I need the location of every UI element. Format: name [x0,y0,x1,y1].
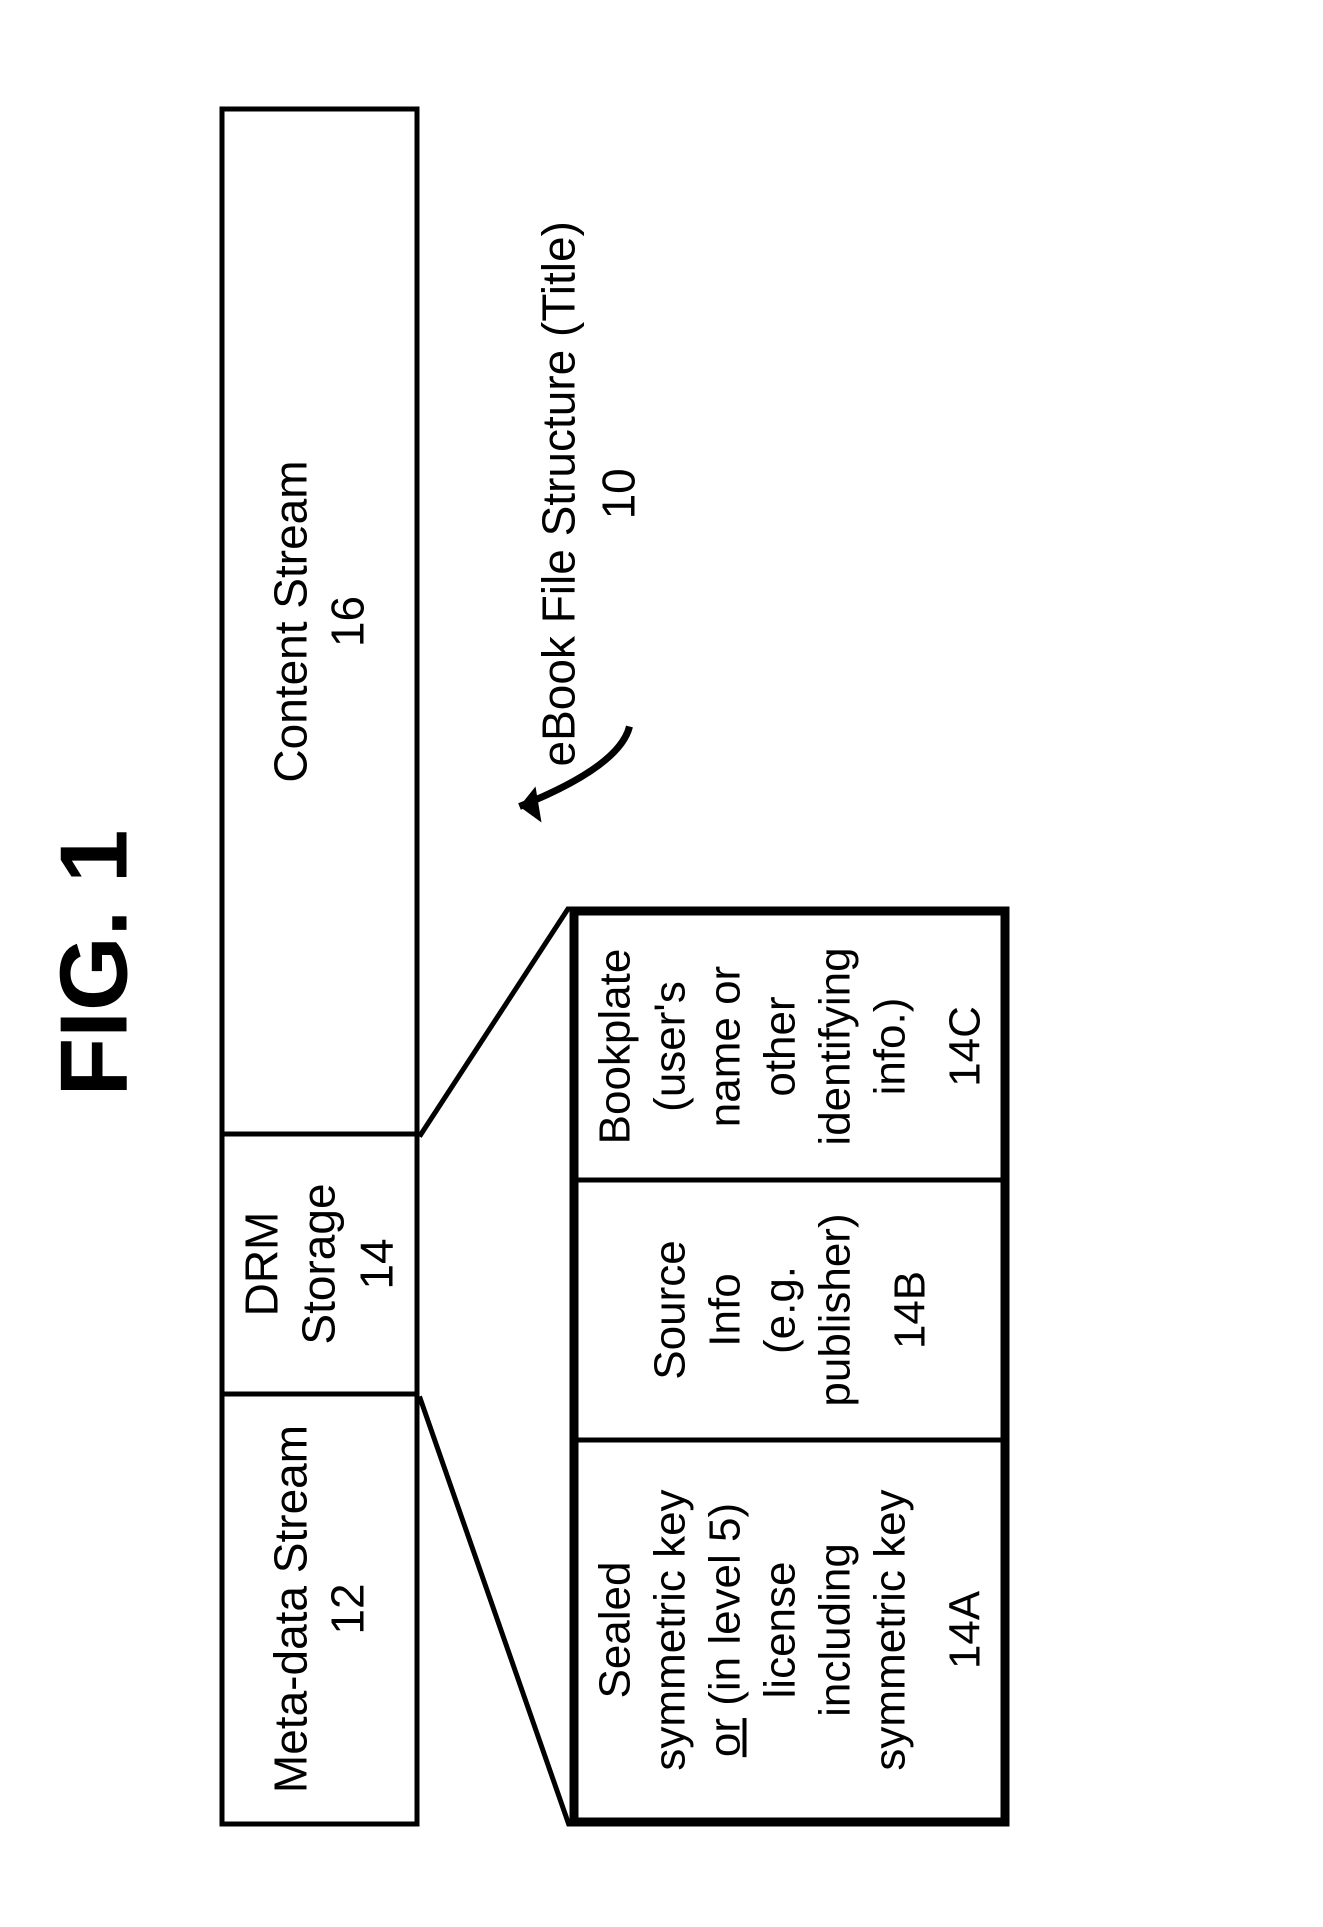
text-line: license [752,1562,807,1699]
cell-content: Content Stream 16 [225,112,415,1132]
cell-ref: 14B [882,1271,937,1349]
overall-label-ref: 10 [589,221,649,766]
text-line: including [807,1543,862,1717]
cell-drm: DRM Storage 14 [225,1132,415,1392]
text-line: info.) [862,998,917,1096]
figure-label: FIG. 1 [40,830,150,1097]
drm-cell-bookplate: Bookplate (user's name or other identify… [579,916,1001,1178]
cell-ref: 16 [320,596,378,647]
cell-label: Meta-data Stream [262,1425,320,1793]
text-line: symmetric key [862,1489,917,1770]
text-line: (user's [642,981,697,1112]
text-line: publisher) [807,1213,862,1406]
cell-ref: 14 [348,1238,406,1289]
text-line: symmetric key [642,1489,697,1770]
text-underline: or [700,1718,749,1757]
file-structure-row: Meta-data Stream 12 DRM Storage 14 Conte… [220,107,420,1827]
overall-label: eBook File Structure (Title) 10 [530,221,650,766]
cell-ref: 12 [320,1583,378,1634]
drm-detail-table: Sealed symmetric key or (in level 5) lic… [570,907,1010,1827]
cell-ref: 14A [937,1591,992,1669]
cell-label: Content Stream [262,460,320,782]
cell-ref: 14C [937,1006,992,1087]
text-line: Sealed [587,1562,642,1699]
text-line: (e.g. [752,1266,807,1354]
text-line: other [752,996,807,1096]
drm-cell-sealed-key: Sealed symmetric key or (in level 5) lic… [579,1438,1001,1818]
diagram-canvas: FIG. 1 Meta-data Stream 12 DRM Storage 1… [0,0,1323,1927]
text-line: identifying [807,947,862,1145]
cell-label: DRM Storage [233,1147,348,1382]
drm-cell-source: Source Info (e.g. publisher) 14B [579,1178,1001,1438]
overall-label-text: eBook File Structure (Title) [530,221,590,766]
text-line: or (in level 5) [697,1503,752,1757]
text-inline: (in level 5) [700,1503,749,1718]
text-line: Bookplate [587,949,642,1145]
text-line: Source [642,1240,697,1379]
cell-metadata: Meta-data Stream 12 [225,1392,415,1822]
connector-lines [420,907,570,1827]
text-line: Info [697,1273,752,1346]
text-line: name or [697,966,752,1127]
